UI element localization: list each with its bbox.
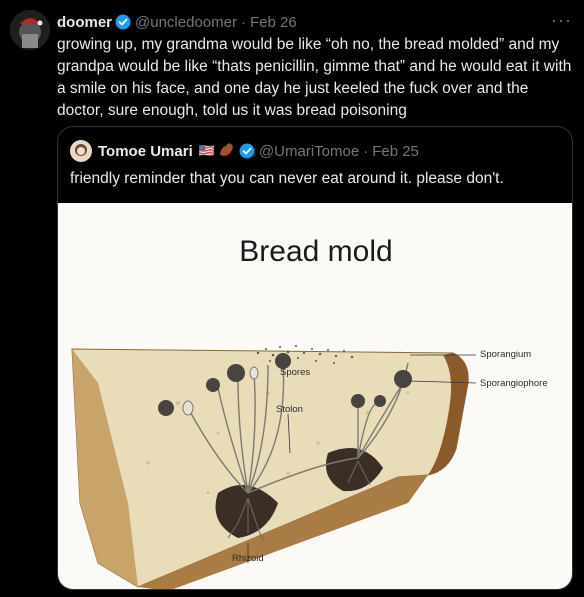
quoted-author-handle[interactable]: @UmariTomoe — [259, 143, 359, 160]
bread-mold-diagram — [71, 345, 477, 589]
label-stolon: Stolon — [276, 404, 303, 415]
quoted-author-avatar[interactable] — [70, 140, 92, 162]
author-avatar[interactable] — [10, 10, 50, 50]
quoted-verified-badge-icon — [239, 143, 255, 159]
quoted-author-display-name[interactable]: Tomoe Umari — [98, 143, 193, 160]
quoted-tweet[interactable]: Tomoe Umari 🇺🇸 @UmariTomoe · Feb 25 frie… — [57, 126, 573, 590]
quoted-tweet-date[interactable]: Feb 25 — [372, 143, 419, 160]
tweet-header: doomer @uncledoomer · Feb 26 ··· — [57, 10, 572, 32]
avatar-image — [10, 10, 50, 50]
quoted-tweet-text: friendly reminder that you can never eat… — [70, 170, 504, 187]
header-separator: · — [240, 13, 246, 31]
author-display-name[interactable]: doomer — [57, 14, 112, 31]
quoted-header-separator: · — [363, 142, 369, 160]
us-flag-icon: 🇺🇸 — [198, 143, 215, 158]
label-sporangium: Sporangium — [480, 349, 532, 360]
label-spores: Spores — [280, 367, 311, 378]
label-sporangiophore: Sporangiophore — [480, 378, 548, 389]
muscle-emoji-icon — [218, 141, 236, 161]
tweet-text: growing up, my grandma would be like “oh… — [57, 36, 572, 119]
verified-badge-icon — [115, 14, 131, 30]
label-rhizoid: Rhizoid — [232, 553, 264, 564]
quoted-tweet-header: Tomoe Umari 🇺🇸 @UmariTomoe · Feb 25 — [70, 140, 419, 162]
author-handle[interactable]: @uncledoomer — [135, 14, 237, 31]
more-options-icon[interactable]: ··· — [551, 10, 572, 31]
quoted-media-image[interactable]: Bread mold Spores Sporangium Sporangioph… — [58, 203, 572, 589]
tweet-date[interactable]: Feb 26 — [250, 14, 297, 31]
